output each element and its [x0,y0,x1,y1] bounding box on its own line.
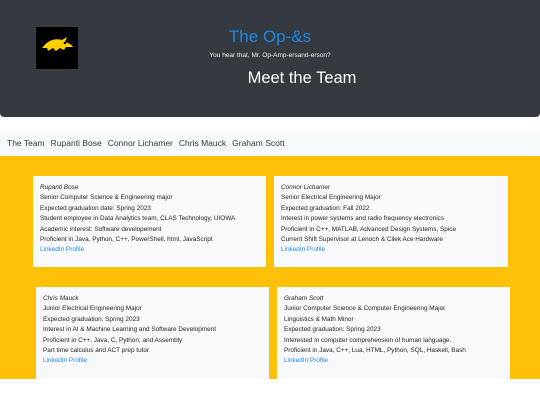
member-detail: Interest in power systems and radio freq… [281,215,445,223]
nav-link-connor-lichamer[interactable]: Connor Lichamer [108,138,173,148]
member-detail: Interest in AI & Machine Learning and So… [43,326,217,334]
member-detail: Proficient in Java, Python, C++, PowerSh… [40,236,213,244]
team-nav: The Team Rupanti Bose Connor Lichamer Ch… [0,130,540,156]
member-detail: Senior Electrical Engineering Major [281,194,381,202]
member-name: Graham Scott [284,295,324,302]
hero-banner: The Op-&s You hear that, Mr. Op-Amp-ersa… [0,0,540,117]
member-name: Chris Mauck [43,295,79,302]
site-tagline: You hear that, Mr. Op-Amp-ersand-erson? [209,52,331,59]
member-detail: Current Shift Supervisor at Lenoch & Cil… [281,236,443,244]
nav-link-chris-mauck[interactable]: Chris Mauck [179,138,226,148]
member-detail: Proficient in C++, Java, C, Python, and … [43,336,183,344]
member-detail: Student employee in Data Analytics team,… [40,215,236,223]
member-card-graham-scott: Graham Scott Junior Computer Science & C… [277,287,510,379]
member-detail: Expected graduation date: Spring 2023 [40,204,151,212]
linkedin-profile-link[interactable]: LinkedIn Profile [40,245,259,255]
member-detail: Proficient in Java, C++, Lua, HTML, Pyth… [284,347,466,355]
member-card-chris-mauck: Chris Mauck Junior Electrical Engineerin… [36,287,269,379]
member-name: Rupanti Bose [40,184,79,191]
member-card-rupanti-bose: Rupanti Bose Senior Computer Science & E… [33,176,266,267]
member-detail: Expected graduation: Fall 2022 [281,204,370,212]
nav-link-graham-scott[interactable]: Graham Scott [232,138,284,148]
member-detail: Expected graduation: Spring 2023 [43,315,140,323]
member-detail: Academic interest: Software developement [40,225,162,233]
member-detail: Linguistics & Math Minor [284,315,354,323]
member-detail: Junior Electrical Engineering Major [43,305,142,313]
member-detail: Part time calculus and ACT prep tutor [43,347,150,355]
linkedin-profile-link[interactable]: LinkedIn Profile [281,245,501,255]
page-heading: Meet the Team [247,69,357,87]
member-name: Connor Lichamer [281,184,331,191]
member-detail: Senior Computer Science & Engineering ma… [40,194,173,202]
nav-link-the-team[interactable]: The Team [7,138,45,148]
nav-link-rupanti-bose[interactable]: Rupanti Bose [51,138,102,148]
linkedin-profile-link[interactable]: LinkedIn Profile [284,356,503,366]
member-detail: Junior Computer Science & Computer Engin… [284,305,446,313]
member-detail: Interested in computer comprehension of … [284,336,452,344]
member-card-connor-lichamer: Connor Lichamer Senior Electrical Engine… [274,176,508,267]
member-detail: Expected graduation: Spring 2023 [284,326,381,334]
site-title: The Op-&s [228,27,312,46]
member-detail: Proficient in C++, MATLAB, Advanced Desi… [281,225,456,233]
linkedin-profile-link[interactable]: LinkedIn Profile [43,356,262,366]
